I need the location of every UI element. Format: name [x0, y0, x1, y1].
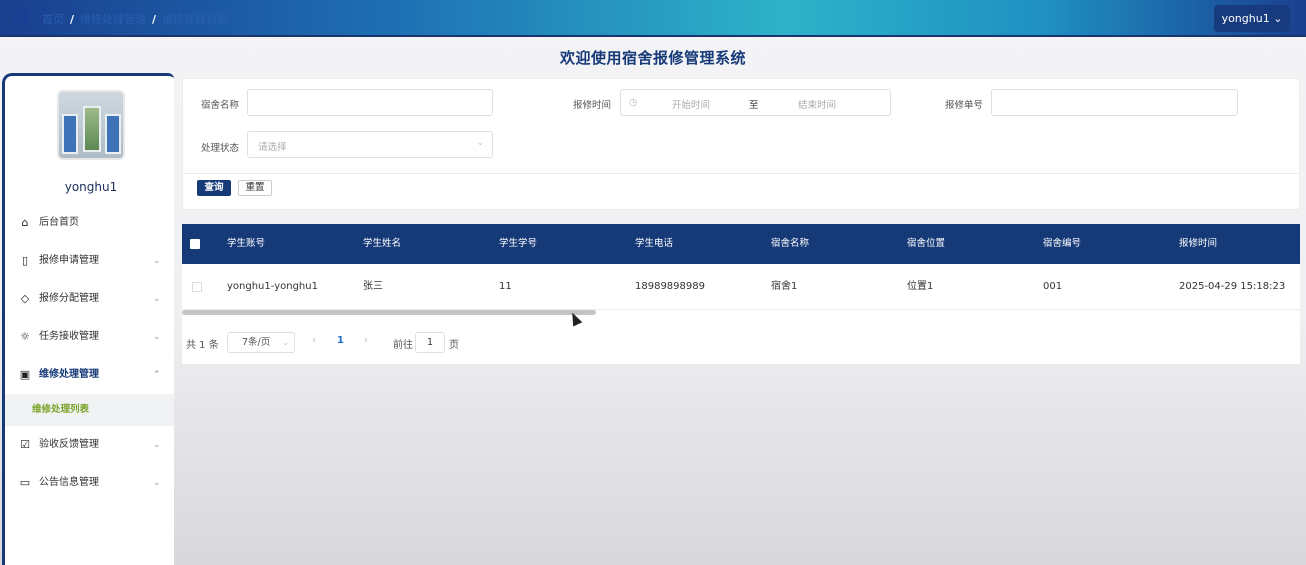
next-page-button[interactable]: ›: [364, 335, 368, 346]
sidebar-item-notice[interactable]: ▭ 公告信息管理 ⌄: [5, 464, 174, 502]
clock-icon: ◷: [629, 97, 638, 108]
breadcrumb-repair-management[interactable]: 维修处理管理: [80, 13, 146, 26]
repair-no-label: 报修单号: [945, 100, 984, 111]
breadcrumb-home[interactable]: 首页: [42, 13, 64, 26]
sidebar: yonghu1 ⌂ 后台首页 ▯ 报修申请管理 ⌄ ◇ 报修分配管理 ⌄ ☼ 任…: [2, 73, 174, 565]
range-separator: 至: [749, 100, 759, 111]
chevron-down-icon: ⌄: [153, 294, 161, 304]
sidebar-item-label: 后台首页: [39, 217, 79, 228]
prev-page-button[interactable]: ‹: [312, 335, 316, 346]
query-button[interactable]: 查询: [197, 180, 231, 196]
dorm-name-label: 宿舍名称: [201, 100, 240, 111]
chevron-down-icon: ⌄: [153, 256, 161, 266]
tag-icon: ◇: [20, 292, 30, 305]
clipboard-check-icon: ☑: [20, 438, 30, 451]
reset-button[interactable]: 重置: [238, 180, 272, 196]
search-panel: 宿舍名称 报修时间 ◷ 开始时间 至 结束时间 报修单号 处理状态 请选择 ⌄ …: [182, 78, 1300, 210]
sidebar-item-repair-assign[interactable]: ◇ 报修分配管理 ⌄: [5, 280, 174, 318]
col-dorm-no: 宿舍编号: [1043, 238, 1082, 249]
sidebar-subitem-repair-list[interactable]: 维修处理列表: [5, 394, 174, 426]
breadcrumb-separator: /: [70, 13, 75, 26]
repair-time-range[interactable]: ◷ 开始时间 至 结束时间: [620, 89, 891, 116]
table-row[interactable]: yonghu1-yonghu1 张三 11 18989898989 宿舍1 位置…: [182, 264, 1300, 310]
sidebar-item-label: 报修分配管理: [39, 293, 99, 304]
row-checkbox[interactable]: [192, 282, 202, 292]
sun-icon: ☼: [20, 330, 30, 343]
chevron-down-icon: ⌄: [282, 338, 289, 347]
cell-student-id: 11: [499, 281, 512, 292]
cell-student-account: yonghu1-yonghu1: [227, 281, 318, 292]
page-title: 欢迎使用宿舍报修管理系统: [559, 49, 746, 67]
page-unit-label: 页: [449, 340, 459, 351]
cell-dorm-name: 宿舍1: [771, 281, 798, 292]
page-number-current[interactable]: 1: [337, 335, 344, 346]
menu-grid-icon[interactable]: [13, 10, 28, 25]
repair-time-label: 报修时间: [573, 100, 612, 111]
chevron-down-icon: ⌄: [153, 440, 161, 450]
sidebar-item-home[interactable]: ⌂ 后台首页: [5, 204, 174, 242]
pagination: 共 1 条 7条/页 ⌄ ‹ 1 › 前往 1 页: [182, 332, 1300, 354]
sidebar-item-task-receive[interactable]: ☼ 任务接收管理 ⌄: [5, 318, 174, 356]
avatar: [57, 90, 125, 160]
message-icon: ▭: [19, 476, 31, 489]
col-dorm-location: 宿舍位置: [907, 238, 946, 249]
repair-no-input[interactable]: [991, 89, 1238, 116]
breadcrumb-separator: /: [152, 13, 157, 26]
chevron-down-icon: ⌄: [153, 332, 161, 342]
sidebar-item-label: 任务接收管理: [39, 331, 99, 342]
col-student-name: 学生姓名: [363, 238, 402, 249]
bookmark-icon: ▯: [21, 254, 29, 267]
status-label: 处理状态: [201, 143, 240, 154]
col-repair-time: 报修时间: [1179, 238, 1218, 249]
sidebar-item-repair-request[interactable]: ▯ 报修申请管理 ⌄: [5, 242, 174, 280]
goto-page-input[interactable]: 1: [415, 332, 445, 353]
status-select[interactable]: 请选择 ⌄: [247, 131, 493, 158]
col-student-phone: 学生电话: [635, 238, 674, 249]
sidebar-item-acceptance[interactable]: ☑ 验收反馈管理 ⌄: [5, 426, 174, 464]
col-dorm-name: 宿舍名称: [771, 238, 810, 249]
data-table: 学生账号 学生姓名 学生学号 学生电话 宿舍名称 宿舍位置 宿舍编号 报修时间 …: [182, 224, 1300, 364]
sidebar-username: yonghu1: [64, 180, 118, 194]
page-size-value: 7条/页: [242, 337, 271, 348]
breadcrumb: 首页 / 维修处理管理 / 维修处理列表: [42, 11, 228, 27]
start-time-input[interactable]: 开始时间: [672, 97, 710, 111]
pagination-total: 共 1 条: [186, 340, 219, 351]
chevron-up-icon: ⌃: [153, 370, 161, 380]
goto-label: 前往: [393, 340, 413, 351]
sidebar-item-label: 公告信息管理: [39, 477, 99, 488]
inbox-icon: ▣: [19, 368, 31, 381]
sidebar-item-label: 验收反馈管理: [39, 439, 99, 450]
breadcrumb-repair-list: 维修处理列表: [162, 13, 229, 26]
horizontal-scrollbar[interactable]: [182, 310, 596, 315]
select-all-checkbox[interactable]: [190, 239, 200, 249]
chevron-down-icon: ⌄: [153, 478, 161, 488]
sidebar-item-repair-process[interactable]: ▣ 维修处理管理 ⌃: [5, 356, 174, 394]
user-menu-button[interactable]: yonghu1 ⌄: [1214, 5, 1290, 32]
col-student-account: 学生账号: [227, 238, 266, 249]
top-bar: 首页 / 维修处理管理 / 维修处理列表 yonghu1 ⌄: [0, 0, 1306, 37]
sidebar-item-label: 报修申请管理: [39, 255, 99, 266]
sidebar-nav: ⌂ 后台首页 ▯ 报修申请管理 ⌄ ◇ 报修分配管理 ⌄ ☼ 任务接收管理 ⌄ …: [5, 204, 174, 502]
home-icon: ⌂: [21, 216, 29, 229]
table-header: 学生账号 学生姓名 学生学号 学生电话 宿舍名称 宿舍位置 宿舍编号 报修时间: [182, 224, 1300, 264]
page-size-select[interactable]: 7条/页 ⌄: [227, 332, 295, 353]
cell-repair-time: 2025-04-29 15:18:23: [1179, 281, 1286, 292]
col-student-id: 学生学号: [499, 238, 538, 249]
cell-student-phone: 18989898989: [635, 281, 705, 292]
status-select-placeholder: 请选择: [258, 142, 287, 153]
sidebar-item-label: 维修处理管理: [39, 369, 99, 380]
chevron-down-icon: ⌄: [476, 138, 484, 148]
end-time-input[interactable]: 结束时间: [798, 97, 836, 111]
dorm-name-input[interactable]: [247, 89, 493, 116]
divider: [183, 173, 1299, 174]
cell-student-name: 张三: [363, 281, 383, 292]
cell-dorm-location: 位置1: [907, 281, 934, 292]
cell-dorm-no: 001: [1043, 281, 1063, 292]
